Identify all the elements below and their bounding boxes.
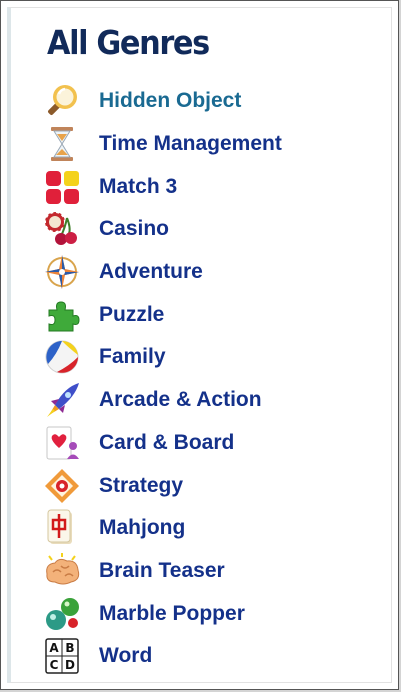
genre-label: Adventure — [99, 260, 203, 284]
genre-label: Word — [99, 644, 153, 668]
strategy-target-icon — [43, 467, 85, 505]
hourglass-icon — [43, 125, 85, 163]
rocket-icon — [43, 381, 85, 419]
genre-panel-frame: All Genres Hidden Object Time Management… — [0, 0, 399, 690]
genre-label: Brain Teaser — [99, 558, 225, 582]
genre-item-brain-teaser[interactable]: Brain Teaser — [43, 550, 282, 593]
genre-item-match-3[interactable]: Match 3 — [43, 165, 282, 208]
genre-label: Casino — [99, 217, 170, 241]
genre-label: Time Management — [99, 132, 282, 156]
genre-label: Family — [99, 345, 166, 369]
beach-ball-icon — [43, 338, 85, 376]
genre-item-time-management[interactable]: Time Management — [43, 123, 282, 166]
match3-tiles-icon — [43, 168, 85, 206]
genre-item-hidden-object[interactable]: Hidden Object — [43, 80, 282, 123]
casino-chips-cherries-icon — [43, 210, 85, 248]
page-title: All Genres — [47, 23, 210, 62]
genre-item-mahjong[interactable]: Mahjong — [43, 507, 282, 550]
svg-text:C: C — [50, 658, 59, 672]
genre-label: Puzzle — [99, 302, 165, 326]
genre-item-adventure[interactable]: Adventure — [43, 251, 282, 294]
genre-label: Arcade & Action — [99, 388, 262, 412]
genre-item-casino[interactable]: Casino — [43, 208, 282, 251]
genre-label: Card & Board — [99, 430, 235, 454]
genre-item-marble-popper[interactable]: Marble Popper — [43, 592, 282, 635]
letter-tiles-icon: A B C D — [43, 637, 85, 675]
genre-label: Strategy — [99, 473, 184, 497]
genre-list: Hidden Object Time Management Match 3 Ca… — [43, 80, 282, 678]
svg-text:A: A — [49, 641, 59, 655]
genre-item-arcade-action[interactable]: Arcade & Action — [43, 379, 282, 422]
card-board-icon — [43, 424, 85, 462]
svg-text:B: B — [65, 641, 74, 655]
genre-label: Mahjong — [99, 516, 186, 540]
marbles-icon — [43, 595, 85, 633]
svg-text:D: D — [65, 658, 75, 672]
genre-item-word[interactable]: A B C D Word — [43, 635, 282, 678]
genre-item-strategy[interactable]: Strategy — [43, 464, 282, 507]
genre-item-family[interactable]: Family — [43, 336, 282, 379]
genre-item-puzzle[interactable]: Puzzle — [43, 293, 282, 336]
mahjong-tile-icon — [43, 509, 85, 547]
puzzle-piece-icon — [43, 296, 85, 334]
genre-label: Marble Popper — [99, 601, 245, 625]
brain-icon — [43, 552, 85, 590]
genre-item-card-board[interactable]: Card & Board — [43, 422, 282, 465]
genre-label: Match 3 — [99, 174, 178, 198]
compass-icon — [43, 253, 85, 291]
magnifier-icon — [43, 82, 85, 120]
genre-label: Hidden Object — [99, 89, 242, 113]
